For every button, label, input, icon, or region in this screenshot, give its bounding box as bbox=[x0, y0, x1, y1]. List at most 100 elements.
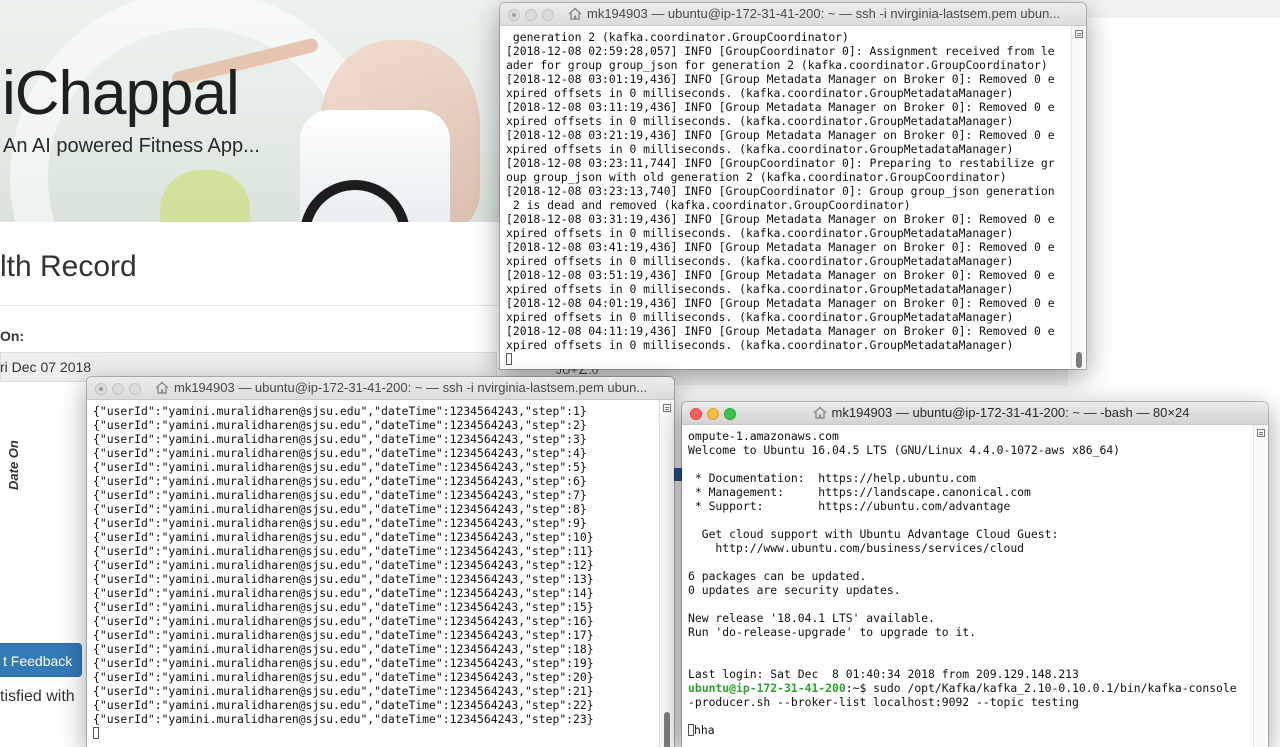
terminal-line: [2018-12-08 03:51:19,436] INFO [Group Me… bbox=[506, 268, 1055, 282]
terminal-line: {"userId":"yamini.muralidharen@sjsu.edu"… bbox=[93, 684, 594, 698]
zoom-button[interactable] bbox=[724, 408, 736, 420]
terminal-scrollbar[interactable] bbox=[1253, 425, 1268, 747]
scroll-menu-icon[interactable] bbox=[1257, 429, 1265, 437]
terminal-line: Welcome to Ubuntu 16.04.5 LTS (GNU/Linux… bbox=[688, 443, 1121, 457]
command-continuation: -producer.sh --broker-list localhost:909… bbox=[688, 695, 1079, 709]
cursor-line[interactable] bbox=[93, 726, 660, 740]
terminal-line: oup group_json with old generation 2 (ka… bbox=[506, 170, 1007, 184]
terminal-line: {"userId":"yamini.muralidharen@sjsu.edu"… bbox=[93, 600, 594, 614]
terminal-line: * Documentation: https://help.ubuntu.com bbox=[688, 471, 977, 485]
terminal-line: xpired offsets in 0 milliseconds. (kafka… bbox=[506, 282, 1014, 296]
brand-title: iChappal bbox=[2, 59, 240, 128]
submit-feedback-button[interactable]: t Feedback bbox=[0, 643, 82, 677]
home-folder-icon bbox=[155, 381, 169, 394]
prompt-suffix: :~$ bbox=[845, 681, 874, 695]
command-text: sudo /opt/Kafka/kafka_2.10-0.10.0.1/bin/… bbox=[873, 681, 1237, 695]
window-titlebar[interactable]: mk194903 — ubuntu@ip-172-31-41-200: ~ — … bbox=[682, 402, 1268, 425]
window-controls bbox=[690, 407, 741, 425]
input-line[interactable]: hha bbox=[688, 723, 1254, 737]
producer-terminal-window[interactable]: mk194903 — ubuntu@ip-172-31-41-200: ~ — … bbox=[682, 402, 1268, 747]
terminal-output[interactable]: {"userId":"yamini.muralidharen@sjsu.edu"… bbox=[87, 400, 660, 747]
date-on-label: On: bbox=[0, 328, 25, 344]
terminal-line: {"userId":"yamini.muralidharen@sjsu.edu"… bbox=[93, 474, 587, 488]
terminal-line: [2018-12-08 03:01:19,436] INFO [Group Me… bbox=[506, 72, 1055, 86]
terminal-line: xpired offsets in 0 milliseconds. (kafka… bbox=[506, 338, 1014, 352]
window-title-text: mk194903 — ubuntu@ip-172-31-41-200: ~ — … bbox=[831, 405, 1190, 420]
terminal-line: xpired offsets in 0 milliseconds. (kafka… bbox=[506, 226, 1014, 240]
terminal-line: xpired offsets in 0 milliseconds. (kafka… bbox=[506, 142, 1014, 156]
terminal-line: {"userId":"yamini.muralidharen@sjsu.edu"… bbox=[93, 558, 594, 572]
terminal-line: xpired offsets in 0 milliseconds. (kafka… bbox=[506, 114, 1014, 128]
terminal-line: ader for group group_json for generation… bbox=[506, 58, 1048, 72]
terminal-line: {"userId":"yamini.muralidharen@sjsu.edu"… bbox=[93, 404, 587, 418]
window-title: mk194903 — ubuntu@ip-172-31-41-200: ~ — … bbox=[568, 6, 1078, 21]
cursor-line[interactable] bbox=[506, 352, 1072, 366]
terminal-scrollbar[interactable] bbox=[1071, 26, 1086, 369]
terminal-line: {"userId":"yamini.muralidharen@sjsu.edu"… bbox=[93, 614, 594, 628]
terminal-line: Run 'do-release-upgrade' to upgrade to i… bbox=[688, 625, 977, 639]
kafka-server-terminal-window[interactable]: mk194903 — ubuntu@ip-172-31-41-200: ~ — … bbox=[500, 3, 1086, 369]
terminal-line: {"userId":"yamini.muralidharen@sjsu.edu"… bbox=[93, 530, 594, 544]
terminal-line: 6 packages can be updated. bbox=[688, 569, 867, 583]
hidden-window-blue-edge bbox=[673, 468, 682, 481]
terminal-line: {"userId":"yamini.muralidharen@sjsu.edu"… bbox=[93, 432, 587, 446]
satisfied-question: tisfied with bbox=[0, 688, 75, 705]
terminal-line: {"userId":"yamini.muralidharen@sjsu.edu"… bbox=[93, 516, 587, 530]
terminal-line: Last login: Sat Dec 8 01:40:34 2018 from… bbox=[688, 667, 1079, 681]
divider bbox=[0, 305, 500, 306]
minimize-button[interactable] bbox=[525, 9, 537, 21]
terminal-line: {"userId":"yamini.muralidharen@sjsu.edu"… bbox=[93, 488, 587, 502]
window-title: mk194903 — ubuntu@ip-172-31-41-200: ~ — … bbox=[742, 405, 1260, 420]
minimize-button[interactable] bbox=[112, 383, 124, 395]
window-titlebar[interactable]: mk194903 — ubuntu@ip-172-31-41-200: ~ — … bbox=[87, 377, 674, 400]
window-controls bbox=[95, 382, 146, 400]
window-title-text: mk194903 — ubuntu@ip-172-31-41-200: ~ — … bbox=[174, 380, 648, 395]
terminal-line: {"userId":"yamini.muralidharen@sjsu.edu"… bbox=[93, 460, 587, 474]
terminal-scrollbar[interactable] bbox=[659, 400, 674, 747]
close-button[interactable] bbox=[690, 408, 702, 420]
zoom-button[interactable] bbox=[129, 383, 141, 395]
terminal-line: Get cloud support with Ubuntu Advantage … bbox=[688, 527, 1059, 541]
terminal-output[interactable]: generation 2 (kafka.coordinator.GroupCoo… bbox=[500, 26, 1072, 369]
scroll-menu-icon[interactable] bbox=[1075, 30, 1083, 38]
terminal-line: 2 is dead and removed (kafka.coordinator… bbox=[506, 198, 911, 212]
terminal-line: {"userId":"yamini.muralidharen@sjsu.edu"… bbox=[93, 698, 594, 712]
terminal-line: [2018-12-08 03:21:19,436] INFO [Group Me… bbox=[506, 128, 1055, 142]
terminal-output[interactable]: ompute-1.amazonaws.com Welcome to Ubuntu … bbox=[682, 425, 1254, 747]
window-title: mk194903 — ubuntu@ip-172-31-41-200: ~ — … bbox=[155, 380, 666, 395]
window-controls bbox=[508, 8, 559, 26]
zoom-button[interactable] bbox=[542, 9, 554, 21]
home-folder-icon bbox=[568, 7, 582, 20]
terminal-line: * Support: https://ubuntu.com/advantage bbox=[688, 499, 1011, 513]
close-button[interactable] bbox=[95, 383, 107, 395]
terminal-line: {"userId":"yamini.muralidharen@sjsu.edu"… bbox=[93, 572, 594, 586]
scroll-menu-icon[interactable] bbox=[663, 404, 671, 412]
page-title: lth Record bbox=[0, 250, 137, 283]
consumer-terminal-window[interactable]: mk194903 — ubuntu@ip-172-31-41-200: ~ — … bbox=[87, 377, 674, 747]
scroll-thumb[interactable] bbox=[1076, 352, 1082, 368]
terminal-line: {"userId":"yamini.muralidharen@sjsu.edu"… bbox=[93, 544, 594, 558]
terminal-line: xpired offsets in 0 milliseconds. (kafka… bbox=[506, 86, 1014, 100]
terminal-line: * Management: https://landscape.canonica… bbox=[688, 485, 1031, 499]
date-value: ri Dec 07 2018 bbox=[0, 359, 92, 375]
window-titlebar[interactable]: mk194903 — ubuntu@ip-172-31-41-200: ~ — … bbox=[500, 3, 1086, 26]
table-header-date-on: Date On bbox=[6, 440, 21, 490]
minimize-button[interactable] bbox=[707, 408, 719, 420]
terminal-line: xpired offsets in 0 milliseconds. (kafka… bbox=[506, 254, 1014, 268]
terminal-line: {"userId":"yamini.muralidharen@sjsu.edu"… bbox=[93, 712, 594, 726]
scroll-thumb[interactable] bbox=[664, 712, 670, 747]
terminal-line: {"userId":"yamini.muralidharen@sjsu.edu"… bbox=[93, 628, 594, 642]
terminal-line: {"userId":"yamini.muralidharen@sjsu.edu"… bbox=[93, 642, 594, 656]
command-line: ubuntu@ip-172-31-41-200:~$ sudo /opt/Kaf… bbox=[688, 681, 1254, 695]
terminal-line: New release '18.04.1 LTS' available. bbox=[688, 611, 935, 625]
close-button[interactable] bbox=[508, 9, 520, 21]
terminal-line: {"userId":"yamini.muralidharen@sjsu.edu"… bbox=[93, 446, 587, 460]
terminal-line: http://www.ubuntu.com/business/services/… bbox=[688, 541, 1025, 555]
text-cursor bbox=[93, 727, 99, 739]
